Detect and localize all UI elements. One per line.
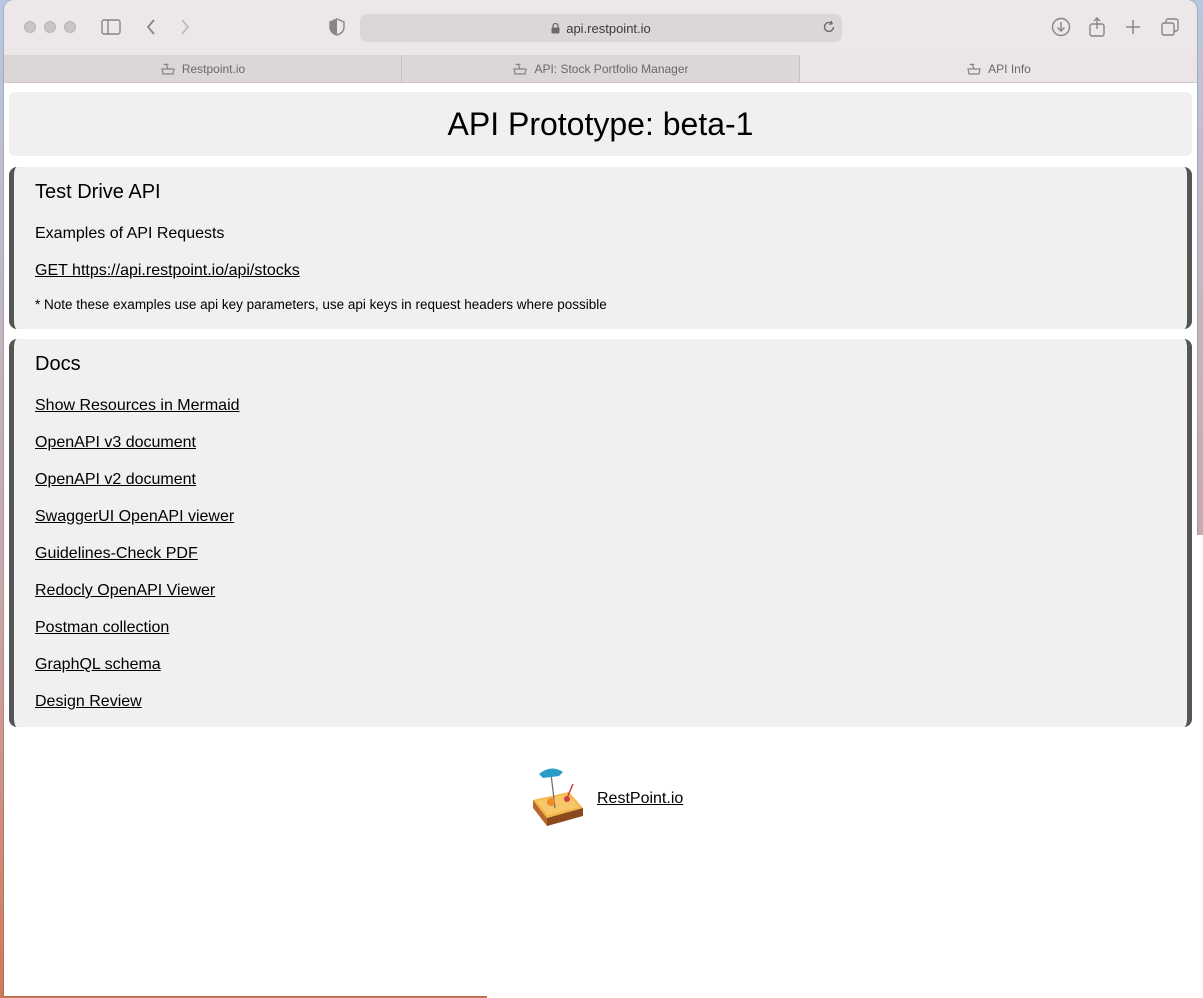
browser-window: api.restpoint.io Restpoint.io API: Stock… bbox=[4, 0, 1197, 996]
sandbox-favicon-icon bbox=[966, 62, 982, 76]
tab-api-info[interactable]: API Info bbox=[800, 55, 1197, 82]
downloads-icon[interactable] bbox=[1048, 14, 1074, 40]
doc-link-postman[interactable]: Postman collection bbox=[35, 619, 169, 636]
doc-link-mermaid[interactable]: Show Resources in Mermaid bbox=[35, 397, 240, 414]
lock-icon bbox=[551, 22, 560, 34]
tab-label: API Info bbox=[988, 61, 1031, 76]
doc-link-design-review[interactable]: Design Review bbox=[35, 693, 142, 710]
tab-stock-portfolio[interactable]: API: Stock Portfolio Manager bbox=[402, 55, 800, 82]
doc-link-redocly[interactable]: Redocly OpenAPI Viewer bbox=[35, 582, 215, 599]
browser-toolbar: api.restpoint.io bbox=[4, 0, 1197, 56]
privacy-shield-icon[interactable] bbox=[324, 14, 350, 40]
restpoint-home-link[interactable]: RestPoint.io bbox=[597, 790, 683, 808]
close-window-button[interactable] bbox=[24, 21, 36, 33]
new-tab-icon[interactable] bbox=[1120, 14, 1146, 40]
sandbox-favicon-icon bbox=[512, 62, 528, 76]
reload-icon[interactable] bbox=[822, 20, 836, 34]
page-footer: RestPoint.io bbox=[529, 764, 683, 833]
example-request-link[interactable]: GET https://api.restpoint.io/api/stocks bbox=[35, 262, 300, 279]
doc-link-graphql[interactable]: GraphQL schema bbox=[35, 656, 161, 673]
sandbox-logo-icon bbox=[529, 764, 585, 833]
zoom-window-button[interactable] bbox=[64, 21, 76, 33]
sidebar-toggle-icon[interactable] bbox=[98, 14, 124, 40]
sandbox-favicon-icon bbox=[160, 62, 176, 76]
tab-bar: Restpoint.io API: Stock Portfolio Manage… bbox=[4, 55, 1197, 83]
doc-link-swaggerui[interactable]: SwaggerUI OpenAPI viewer bbox=[35, 508, 234, 525]
tab-label: Restpoint.io bbox=[181, 61, 246, 76]
test-drive-heading: Test Drive API bbox=[35, 181, 161, 203]
docs-heading: Docs bbox=[35, 353, 81, 375]
examples-subheading: Examples of API Requests bbox=[35, 225, 225, 242]
address-bar[interactable]: api.restpoint.io bbox=[360, 14, 842, 42]
page-content: API Prototype: beta-1 Test Drive API Exa… bbox=[4, 83, 1197, 996]
page-title: API Prototype: beta-1 bbox=[447, 105, 754, 142]
doc-link-openapi-v2[interactable]: OpenAPI v2 document bbox=[35, 471, 196, 488]
docs-section: Docs Show Resources in Mermaid OpenAPI v… bbox=[9, 339, 1192, 727]
tab-label: API: Stock Portfolio Manager bbox=[534, 61, 689, 76]
share-icon[interactable] bbox=[1084, 14, 1110, 40]
doc-link-openapi-v3[interactable]: OpenAPI v3 document bbox=[35, 434, 196, 451]
background-window-edge bbox=[1197, 535, 1203, 998]
doc-link-guidelines-pdf[interactable]: Guidelines-Check PDF bbox=[35, 545, 198, 562]
forward-icon[interactable] bbox=[172, 14, 198, 40]
api-key-note: * Note these examples use api key parame… bbox=[35, 297, 607, 312]
url-text: api.restpoint.io bbox=[566, 20, 651, 36]
test-drive-section: Test Drive API Examples of API Requests … bbox=[9, 167, 1192, 329]
tab-overview-icon[interactable] bbox=[1157, 14, 1183, 40]
tab-restpoint[interactable]: Restpoint.io bbox=[4, 55, 402, 82]
back-icon[interactable] bbox=[138, 14, 164, 40]
page-header: API Prototype: beta-1 bbox=[9, 92, 1192, 156]
minimize-window-button[interactable] bbox=[44, 21, 56, 33]
